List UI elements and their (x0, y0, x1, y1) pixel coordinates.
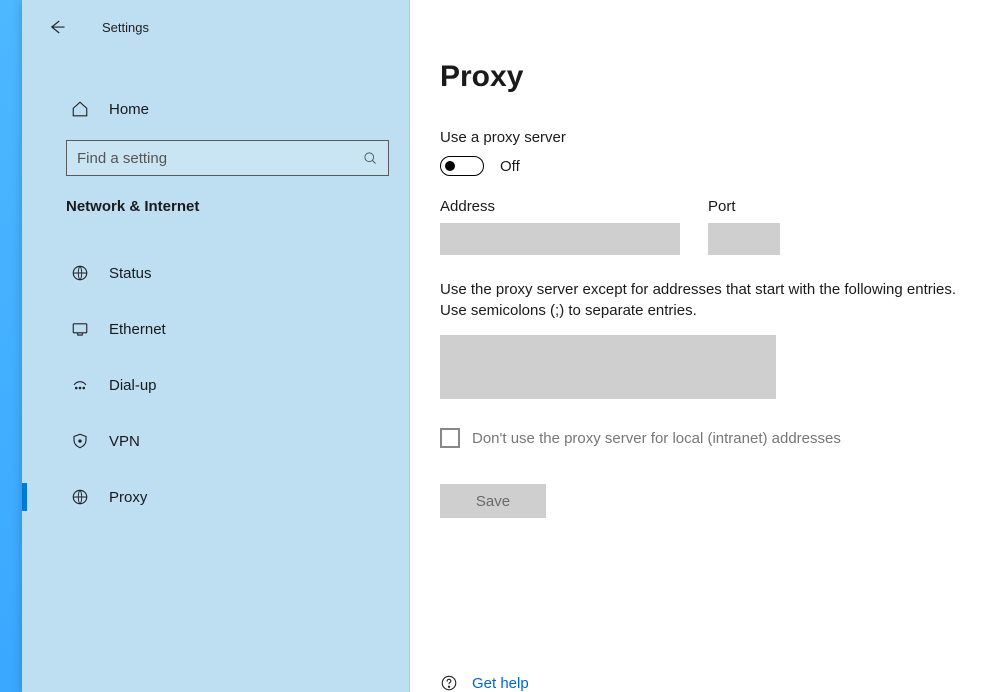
sidebar-item-label: Proxy (109, 489, 147, 506)
sidebar-item-label: Status (109, 265, 152, 282)
dialup-icon (69, 377, 91, 393)
page-title: Proxy (440, 60, 970, 94)
get-help-link[interactable]: Get help (472, 675, 529, 692)
save-button[interactable]: Save (440, 484, 546, 518)
local-bypass-checkbox[interactable] (440, 428, 460, 448)
address-port-row: Address Port (440, 198, 970, 255)
use-proxy-toggle[interactable] (440, 156, 484, 176)
proxy-icon (69, 488, 91, 506)
vpn-icon (69, 432, 91, 450)
help-icon (440, 674, 458, 692)
search-input[interactable] (77, 150, 348, 167)
port-input[interactable] (708, 223, 780, 255)
home-label: Home (109, 101, 149, 118)
help-row: Get help (440, 674, 529, 692)
back-button[interactable] (42, 12, 72, 42)
search-container (22, 128, 409, 176)
sidebar-item-vpn[interactable]: VPN (22, 413, 409, 469)
address-column: Address (440, 198, 680, 255)
use-proxy-toggle-row: Off (440, 156, 970, 176)
port-column: Port (708, 198, 780, 255)
toggle-state: Off (500, 158, 520, 175)
app-title: Settings (102, 20, 149, 35)
search-box[interactable] (66, 140, 389, 176)
sidebar-item-proxy[interactable]: Proxy (22, 469, 409, 525)
local-bypass-label: Don't use the proxy server for local (in… (472, 430, 841, 447)
address-input[interactable] (440, 223, 680, 255)
settings-window: Settings Home Network & Internet Status (22, 0, 1000, 692)
sidebar-item-label: VPN (109, 433, 140, 450)
sidebar-item-status[interactable]: Status (22, 245, 409, 301)
status-icon (69, 264, 91, 282)
home-icon (69, 100, 91, 118)
home-nav[interactable]: Home (22, 90, 409, 128)
address-label: Address (440, 198, 680, 215)
sidebar: Settings Home Network & Internet Status (22, 0, 410, 692)
sidebar-nav: Status Ethernet Dial-up VPN (22, 245, 409, 525)
titlebar: Settings (22, 0, 409, 54)
bypass-textarea[interactable] (440, 335, 776, 399)
sidebar-item-label: Dial-up (109, 377, 157, 394)
sidebar-item-dialup[interactable]: Dial-up (22, 357, 409, 413)
toggle-knob (445, 161, 455, 171)
sidebar-item-label: Ethernet (109, 321, 166, 338)
use-proxy-label: Use a proxy server (440, 129, 970, 146)
arrow-left-icon (48, 18, 66, 36)
local-bypass-row: Don't use the proxy server for local (in… (440, 428, 970, 448)
port-label: Port (708, 198, 780, 215)
bypass-description: Use the proxy server except for addresse… (440, 279, 960, 321)
sidebar-item-ethernet[interactable]: Ethernet (22, 301, 409, 357)
sidebar-category: Network & Internet (22, 176, 409, 215)
search-icon (363, 151, 378, 166)
main-content: Proxy Use a proxy server Off Address Por… (410, 0, 1000, 692)
ethernet-icon (69, 320, 91, 338)
